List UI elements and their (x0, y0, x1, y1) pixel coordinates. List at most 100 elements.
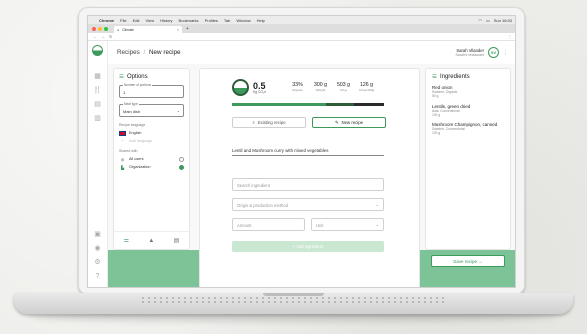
breadcrumb-recipes[interactable]: Recipes (117, 49, 140, 56)
ingredient-amount: 100 g (432, 112, 441, 117)
origin-select[interactable]: Origin & production method ⌄ (232, 198, 384, 211)
impact-bar-segment (232, 103, 327, 106)
list-item[interactable]: Red onion Sweden, Organic 50 g (432, 85, 504, 99)
settings-icon[interactable]: ⚙ (94, 255, 100, 269)
forward-icon[interactable]: → (101, 34, 105, 39)
metric-co2e-per-100g-label: CO₂e/100g (358, 88, 375, 92)
reload-icon[interactable]: ↻ (109, 34, 112, 39)
shared-all-users-label: All users (129, 157, 144, 161)
ingredient-search-input[interactable]: Search ingredient (232, 178, 384, 191)
user-menu[interactable]: Sarah Vilander Sarah's restaurant SV ⋮ (456, 47, 508, 58)
minimize-window-button[interactable] (98, 27, 102, 31)
ingredient-amount: 100 g (432, 131, 441, 136)
menubar-bookmarks[interactable]: Bookmarks (179, 18, 199, 23)
laptop-screen: Chrome File Edit View History Bookmarks … (87, 15, 516, 288)
metric-co2e-per-100g: 126 g CO₂e/100g (358, 82, 375, 92)
edit-icon: ✎ (334, 119, 339, 125)
more-icon[interactable]: ⋮ (503, 50, 508, 56)
list-item[interactable]: Mushroom Champignon, canned Sweden, Conv… (432, 122, 504, 136)
lock-icon[interactable]: ▲ (148, 238, 154, 244)
language-english[interactable]: English (119, 129, 184, 137)
options-tab-icon[interactable]: ⚌ (124, 237, 129, 244)
browser-tabbar: ● Climate × + (88, 24, 515, 33)
back-icon[interactable]: ← (93, 34, 97, 39)
list-icon: ☰ (432, 74, 437, 80)
recipe-language-label: Recipe language (119, 123, 146, 127)
metric-organic: 33% Organic (289, 82, 306, 92)
language-english-label: English (129, 131, 142, 135)
new-tab-button[interactable]: + (186, 26, 189, 32)
menu-icon[interactable]: ▤ (94, 97, 101, 111)
origin-placeholder: Origin & production method (237, 203, 288, 208)
shared-organization-label: Organization (129, 165, 151, 169)
search-icon: ⌕ (252, 120, 255, 125)
existing-recipe-label: Existing recipe (257, 120, 286, 125)
app-logo[interactable] (92, 45, 103, 56)
all-users-checkbox[interactable] (179, 156, 184, 162)
menubar-help[interactable]: Help (257, 18, 265, 23)
recipe-mode-toggle: ⌕ Existing recipe ✎ New recipe (232, 117, 386, 128)
climate-score: 0.5 Kg CO₂e (232, 79, 266, 96)
browser-menu-icon[interactable]: ⋮ (508, 34, 512, 39)
laptop-notch (263, 293, 324, 296)
portions-input[interactable]: Number of portions 1 (119, 83, 184, 98)
browser-tab[interactable]: ● Climate × (114, 26, 182, 33)
menubar-profiles[interactable]: Profiles (205, 18, 218, 23)
add-ingredient-button[interactable]: + Add ingredient (232, 241, 384, 252)
help-icon[interactable]: ? (96, 269, 100, 283)
save-recipe-button[interactable]: Save recipe → (431, 255, 505, 267)
wifi-icon[interactable]: ◠ (478, 18, 482, 23)
menubar-history[interactable]: History (160, 18, 172, 23)
ingredients-title: ☰ Ingredients (432, 74, 504, 80)
options-footer: ⚌ ▲ ▤ (114, 231, 189, 249)
main-content: Recipes / New recipe Sarah Vilander Sara… (108, 41, 515, 287)
new-recipe-button[interactable]: ✎ New recipe (312, 117, 386, 128)
unit-select[interactable]: Unit ⌄ (311, 218, 384, 231)
existing-recipe-button[interactable]: ⌕ Existing recipe (232, 117, 306, 128)
menubar-view[interactable]: View (145, 18, 154, 23)
close-tab-icon[interactable]: × (177, 28, 179, 32)
impact-bar (232, 103, 384, 106)
amount-placeholder: Amount (237, 223, 252, 228)
tab-favicon-icon: ● (117, 27, 120, 32)
breadcrumb-separator: / (143, 49, 146, 56)
add-language[interactable]: + Add language (119, 137, 184, 145)
new-recipe-label: New recipe (341, 120, 364, 125)
portions-label: Number of portions (123, 83, 153, 87)
meal-type-select[interactable]: Meal type Main dish ⌄ (119, 102, 184, 117)
page-header: Recipes / New recipe Sarah Vilander Sara… (108, 41, 515, 64)
dashboard-icon[interactable]: ▦ (94, 69, 101, 83)
organization-checkbox[interactable] (179, 164, 184, 170)
portions-value: 1 (123, 90, 126, 95)
ingredients-title-text: Ingredients (439, 74, 470, 80)
add-language-label: Add language (129, 139, 153, 143)
laptop-keyboard (140, 296, 447, 305)
recipes-icon[interactable]: 🍴 (93, 83, 102, 97)
shared-all-users[interactable]: ◍ All users (119, 155, 184, 163)
chevron-down-icon: ⌄ (375, 202, 379, 207)
avatar[interactable]: SV (488, 47, 499, 58)
menubar-window[interactable]: Window (236, 18, 250, 23)
recipe-name-field[interactable]: Lentil and Mushroom curry with mixed veg… (232, 146, 384, 156)
menubar-app[interactable]: Chrome (99, 18, 114, 23)
maximize-window-button[interactable] (104, 27, 108, 31)
plus-icon: + (121, 139, 124, 143)
shared-organization[interactable]: ▙ Organization (119, 163, 184, 171)
globe-icon: ◍ (120, 157, 125, 162)
shared-with-label: Shared with (119, 149, 138, 153)
breadcrumb-current: New recipe (149, 49, 181, 56)
menubar-edit[interactable]: Edit (133, 18, 140, 23)
metric-organic-label: Organic (292, 88, 303, 92)
battery-icon[interactable]: ▭ (486, 18, 490, 23)
amount-input[interactable]: Amount (232, 218, 305, 231)
list-item[interactable]: Lentils, green dried Asia, Conventional … (432, 104, 504, 118)
menubar-tab[interactable]: Tab (224, 18, 230, 23)
close-window-button[interactable] (92, 27, 96, 31)
menubar-clock[interactable]: Sun 16:53 (494, 18, 512, 23)
location-icon[interactable]: ◉ (94, 241, 100, 255)
notes-icon[interactable]: ▤ (174, 237, 180, 244)
documents-icon[interactable]: ▣ (94, 227, 101, 241)
breadcrumb: Recipes / New recipe (117, 49, 181, 56)
reports-icon[interactable]: ▥ (94, 111, 101, 125)
menubar-file[interactable]: File (120, 18, 126, 23)
